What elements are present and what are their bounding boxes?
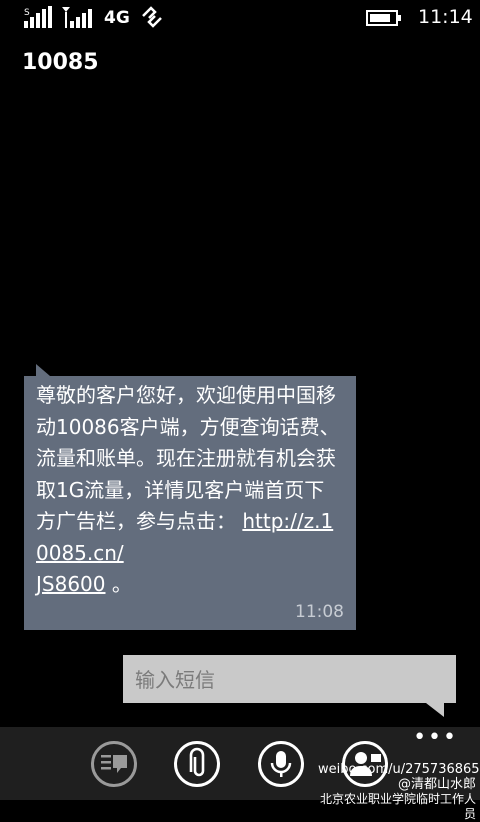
status-bar: S 4G 11:14 — [0, 0, 480, 34]
battery-icon — [366, 10, 401, 26]
message-text: 尊敬的客户您好，欢迎使用中国移动10086客户端，方便查询话费、流量和账单。现在… — [36, 380, 342, 601]
more-button[interactable]: ••• — [413, 727, 458, 749]
attach-icon — [189, 747, 205, 777]
voice-button[interactable] — [258, 741, 304, 787]
emoji-icon — [101, 755, 127, 773]
signal-icon — [62, 7, 92, 28]
network-type: 4G — [104, 8, 130, 28]
watermark-line1: weibo.com/u/2757368653 @清都山水郎 — [318, 762, 480, 792]
message-bubble[interactable]: 尊敬的客户您好，欢迎使用中国移动10086客户端，方便查询话费、流量和账单。现在… — [24, 376, 356, 630]
sync-icon — [142, 6, 162, 28]
microphone-icon — [270, 751, 292, 777]
watermark-line2: 北京农业职业学院临时工作人员 — [319, 792, 476, 821]
signal-icon: S — [24, 6, 52, 28]
contact-title: 10085 — [22, 50, 99, 75]
message-time: 11:08 — [295, 602, 344, 622]
message-tail-text: 。 — [105, 572, 132, 596]
sms-input[interactable]: 输入短信 — [123, 655, 456, 703]
input-tail — [426, 703, 444, 717]
svg-text:S: S — [24, 8, 30, 18]
watermark: weibo.com/u/2757368653 @清都山水郎 北京农业职业学院临时… — [318, 762, 480, 821]
attach-button[interactable] — [174, 741, 220, 787]
status-time: 11:14 — [418, 6, 473, 28]
emoji-button[interactable] — [91, 741, 137, 787]
